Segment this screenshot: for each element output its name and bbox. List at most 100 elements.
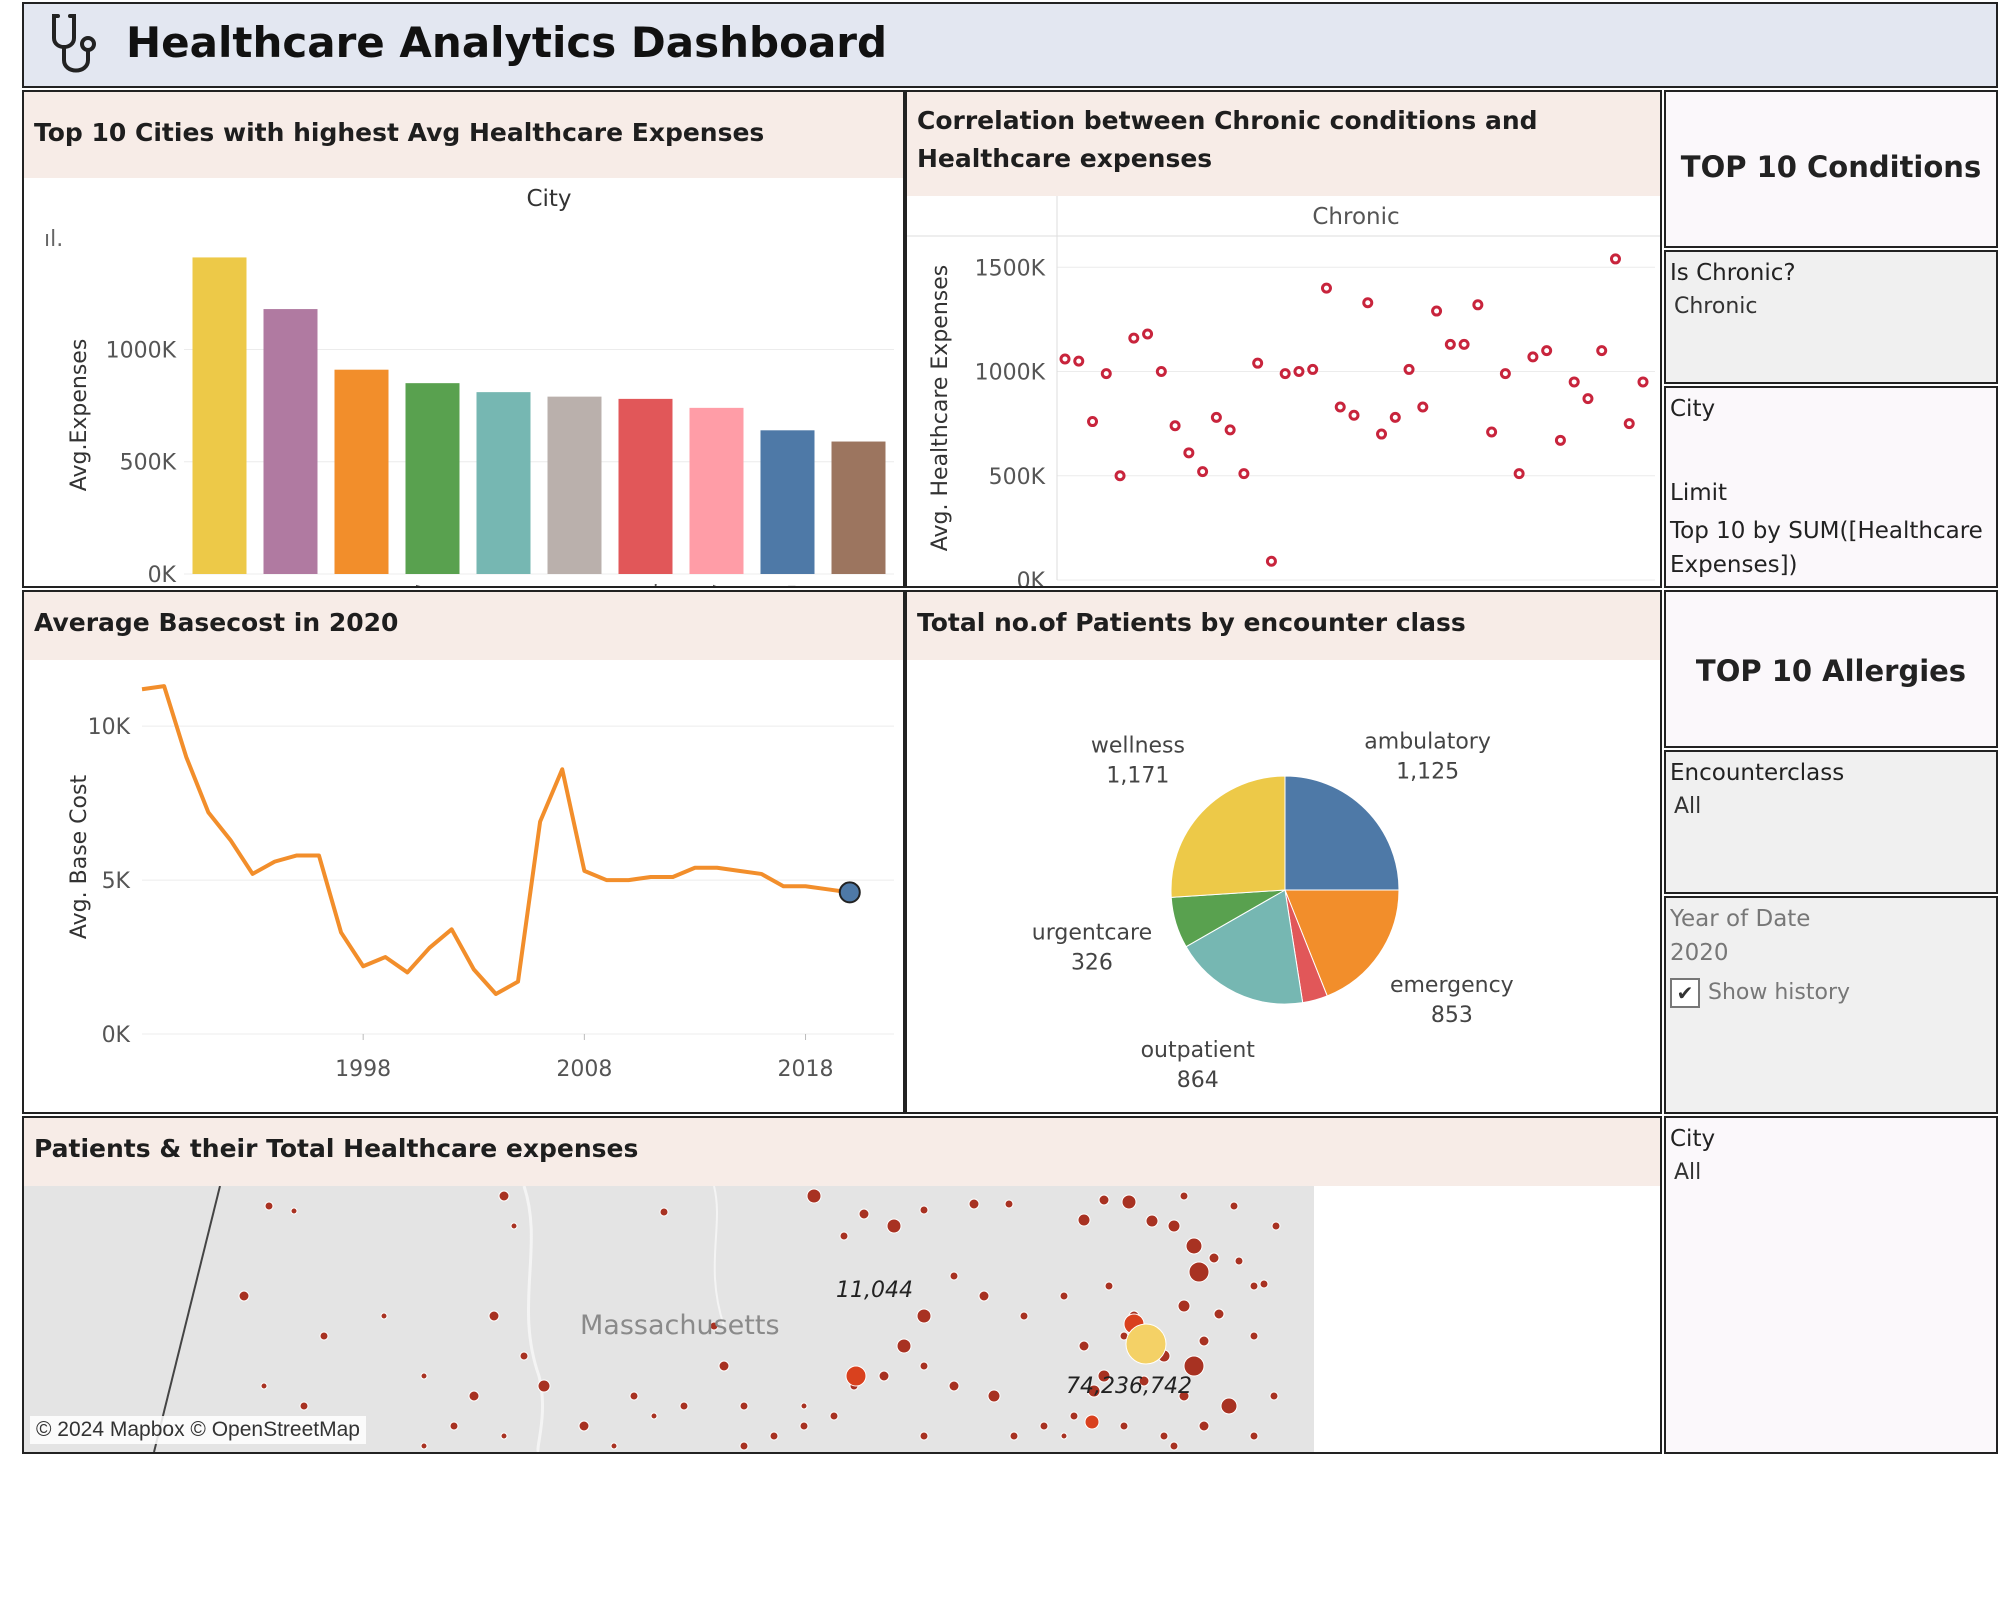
map-bubble: [1249, 1331, 1259, 1341]
scatter-point: [1210, 411, 1222, 423]
x-tick-label: 1998: [335, 1057, 391, 1082]
bar: [334, 369, 389, 574]
map-bubble: [978, 1290, 990, 1302]
map-view[interactable]: [24, 1186, 1660, 1452]
bar: [831, 441, 886, 574]
map-bubble: [896, 1338, 912, 1354]
column-header: Chronic: [1312, 204, 1399, 230]
x-tick-label: River: [648, 584, 672, 586]
map-bubble: [537, 1379, 551, 1393]
map-bubble: [1249, 1431, 1259, 1441]
scatter-point: [1155, 366, 1167, 378]
scatter-point: [1114, 470, 1126, 482]
map-bubble: [290, 1207, 298, 1215]
scatter-point: [1472, 299, 1484, 311]
stethoscope-icon: [52, 14, 96, 73]
map-bubble: [500, 1432, 508, 1440]
slice-value: 853: [1431, 1003, 1473, 1028]
map-bubble: [578, 1420, 590, 1432]
x-tick-label: Norwo..: [280, 584, 304, 586]
scatter-point: [1087, 416, 1099, 428]
map-bubble: [858, 1208, 870, 1220]
map-bubble: [1220, 1397, 1238, 1415]
scatter-point: [1183, 447, 1195, 459]
x-tick-label: New: [409, 584, 433, 586]
city-limit-card[interactable]: City Limit Top 10 by SUM([Healthcare Exp…: [1664, 386, 1998, 588]
scatter-point: [1252, 357, 1264, 369]
map-bubble: [519, 1351, 529, 1361]
map-bubble: [1198, 1335, 1210, 1347]
y-axis-label: Avg.Expenses: [67, 339, 92, 492]
map-bubble: [948, 1380, 960, 1392]
panel-title: Correlation between Chronic conditions a…: [907, 92, 1660, 196]
x-tick-label: 2008: [556, 1057, 612, 1082]
map-bubble: [498, 1190, 510, 1202]
map-bubble: [1159, 1431, 1169, 1441]
map-bubble: [987, 1389, 1001, 1403]
bar: [263, 309, 318, 574]
line-series: [141, 684, 851, 996]
highlight-point: [838, 881, 861, 904]
map-bubble: [1084, 1414, 1100, 1430]
map-bubble: [1004, 1199, 1014, 1209]
correlation-scatter-chart: Chronic 0K 500K 1000K 1500K Avg. Healthcare E…: [907, 196, 1660, 586]
map-value-label: 74,236,742: [1066, 1374, 1192, 1399]
map-bubble: [1039, 1421, 1049, 1431]
filter-label: City: [1670, 1126, 1716, 1152]
y-tick-label: 500K: [989, 465, 1046, 490]
map-bubble: [260, 1382, 268, 1390]
map-bubble: [1145, 1214, 1159, 1228]
bar: [760, 430, 815, 574]
map-bubble: [610, 1442, 618, 1450]
map-bubble: [1167, 1219, 1181, 1233]
year-filter[interactable]: Year of Date 2020 ✔ Show history: [1664, 896, 1998, 1114]
scatter-point: [1582, 393, 1594, 405]
basecost-line-chart: 0K 5K 10K 1998 2008 2018 Avg. Base Cost: [67, 684, 894, 1082]
scatter-point: [1486, 426, 1498, 438]
map-bubble: [1177, 1299, 1191, 1313]
city-filter[interactable]: City All: [1664, 1116, 1998, 1454]
y-tick-label: 500K: [120, 451, 177, 476]
top-allergies-card[interactable]: TOP 10 Allergies: [1664, 590, 1998, 748]
encounterclass-filter[interactable]: Encounterclass All: [1664, 750, 1998, 894]
x-tick-label: Bedford: [435, 584, 459, 586]
scatter-point: [1100, 368, 1112, 380]
map-bubble: [949, 1271, 959, 1281]
x-tick-label: Spring..: [848, 584, 872, 586]
slice-label: urgentcare: [1032, 920, 1152, 945]
filter-value[interactable]: All: [1674, 794, 1701, 819]
map-bubble: [739, 1441, 749, 1451]
map-bubble: [1234, 1256, 1244, 1266]
map-bubble: [1078, 1340, 1090, 1352]
filter-value[interactable]: Chronic: [1674, 294, 1757, 319]
panel-basecost: Average Basecost in 2020 0K 5K 10K 1998 2008…: [22, 590, 905, 1114]
y-tick-label: 1500K: [975, 256, 1046, 281]
map-bubble: [739, 1401, 749, 1411]
x-tick-label: Framin..: [493, 584, 517, 586]
is-chronic-filter[interactable]: Is Chronic? Chronic: [1664, 250, 1998, 384]
map-bubble: [264, 1201, 274, 1211]
map-attribution[interactable]: © 2024 Mapbox © OpenStreetMap: [30, 1416, 366, 1444]
scatter-point: [1403, 363, 1415, 375]
map-bubble: [806, 1188, 822, 1204]
map-bubble: [1183, 1355, 1205, 1377]
scatter-point: [1348, 409, 1360, 421]
bar: [192, 257, 247, 574]
map-bubble: [299, 1401, 309, 1411]
map-bubble: [238, 1290, 250, 1302]
map-bubble: [1259, 1279, 1269, 1289]
encounter-pie-chart: ambulatory 1,125 emergency 853 outpatient 864…: [1032, 729, 1514, 1093]
y-tick-label: 0K: [1017, 569, 1046, 586]
top-conditions-card[interactable]: TOP 10 Conditions: [1664, 90, 1998, 248]
show-history-checkbox[interactable]: ✔: [1670, 978, 1700, 1008]
map-bubble: [829, 1411, 839, 1421]
dashboard-header: Healthcare Analytics Dashboard: [22, 2, 1998, 88]
filter-value[interactable]: 2020: [1670, 940, 1729, 966]
map-bubble: [1249, 1281, 1259, 1291]
panel-title: Total no.of Patients by encounter class: [907, 592, 1660, 660]
y-tick-label: 0K: [102, 1023, 131, 1048]
panel-correlation: Correlation between Chronic conditions a…: [905, 90, 1662, 588]
scatter-point: [1128, 332, 1140, 344]
scatter-point: [1458, 338, 1470, 350]
filter-value[interactable]: All: [1674, 1160, 1701, 1185]
